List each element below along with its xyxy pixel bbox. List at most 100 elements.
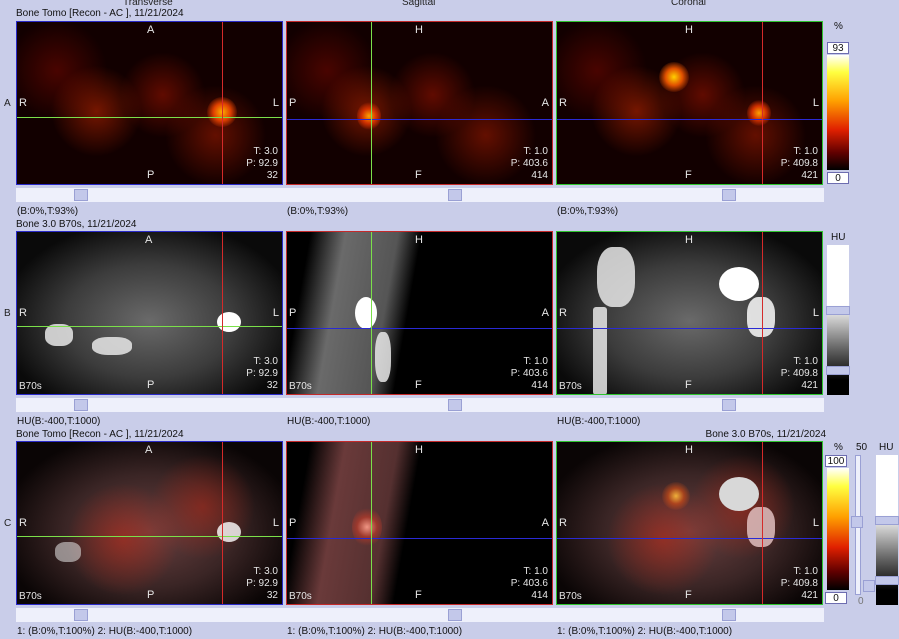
- orient-left: R: [19, 307, 27, 319]
- crosshair-vertical[interactable]: [371, 442, 372, 604]
- slice-number: 414: [531, 170, 548, 181]
- orient-top: H: [415, 24, 423, 36]
- viewport-a-coronal[interactable]: H F R L T: 1.0 P: 409.8 421: [556, 21, 823, 185]
- window-level-a-transverse: (B:0%,T:93%): [17, 206, 79, 217]
- orient-bottom: F: [685, 589, 692, 601]
- colorbar-a-max[interactable]: 93: [827, 42, 849, 54]
- colorbar-c-gradient[interactable]: [827, 468, 849, 590]
- position: P: 92.9: [246, 368, 278, 379]
- crosshair-vertical[interactable]: [371, 232, 372, 394]
- viewport-a-sagittal[interactable]: H F P A T: 1.0 P: 403.6 414: [286, 21, 553, 185]
- slider-thumb[interactable]: [74, 399, 88, 411]
- slider-thumb[interactable]: [722, 609, 736, 621]
- view-title-sagittal: Sagittal: [402, 0, 436, 8]
- row-c-header: Bone Tomo [Recon - AC ], 11/21/2024: [16, 429, 184, 440]
- position: P: 409.8: [780, 158, 818, 169]
- colorbar-a-min[interactable]: 0: [827, 172, 849, 184]
- orient-top: H: [685, 444, 693, 456]
- crosshair-vertical[interactable]: [222, 442, 223, 604]
- kernel-label: B70s: [289, 381, 312, 392]
- thickness: T: 1.0: [793, 566, 818, 577]
- colorbar-c2-lower-handle[interactable]: [875, 576, 899, 585]
- fusion-blend-handle[interactable]: [851, 516, 863, 528]
- crosshair-horizontal[interactable]: [287, 119, 552, 120]
- orient-left: R: [19, 97, 27, 109]
- hotspot: [659, 62, 689, 92]
- window-level-a-sagittal: (B:0%,T:93%): [287, 206, 349, 217]
- crosshair-horizontal[interactable]: [287, 328, 552, 329]
- implant-stem: [747, 507, 775, 547]
- crosshair-horizontal[interactable]: [17, 326, 282, 327]
- slider-thumb[interactable]: [74, 609, 88, 621]
- position: P: 409.8: [780, 368, 818, 379]
- orient-right: L: [272, 517, 279, 529]
- colorbar-a-unit: %: [834, 21, 843, 32]
- slider-thumb[interactable]: [722, 399, 736, 411]
- orient-bottom: P: [147, 379, 155, 391]
- crosshair-vertical[interactable]: [371, 22, 372, 184]
- position: P: 403.6: [510, 158, 548, 169]
- position: P: 92.9: [246, 158, 278, 169]
- thickness: T: 3.0: [253, 146, 278, 157]
- crosshair-horizontal[interactable]: [17, 117, 282, 118]
- hotspot: [662, 482, 690, 510]
- position: P: 92.9: [246, 578, 278, 589]
- slice-number: 421: [801, 380, 818, 391]
- viewport-c-sagittal[interactable]: H F P A B70s T: 1.0 P: 403.6 414: [286, 441, 553, 605]
- colorbar-c2-unit: HU: [879, 442, 894, 453]
- slider-thumb[interactable]: [448, 399, 462, 411]
- colorbar-c-min[interactable]: 0: [825, 592, 847, 604]
- crosshair-vertical[interactable]: [762, 232, 763, 394]
- viewport-b-transverse[interactable]: A P R L B70s T: 3.0 P: 92.9 32: [16, 231, 283, 395]
- row-c-letter: C: [4, 518, 12, 529]
- slider-thumb[interactable]: [722, 189, 736, 201]
- viewport-b-coronal[interactable]: H F R L B70s T: 1.0 P: 409.8 421: [556, 231, 823, 395]
- colorbar-c2-upper-handle[interactable]: [875, 516, 899, 525]
- slider-thumb[interactable]: [74, 189, 88, 201]
- orient-bottom: F: [415, 589, 422, 601]
- row-b-letter: B: [4, 308, 11, 319]
- orient-top: H: [415, 234, 423, 246]
- viewport-a-transverse[interactable]: A P R L T: 3.0 P: 92.9 32: [16, 21, 283, 185]
- ct-image: [17, 232, 282, 394]
- viewport-c-coronal[interactable]: H F R L B70s T: 1.0 P: 409.8 421: [556, 441, 823, 605]
- colorbar-a-gradient[interactable]: [827, 55, 849, 170]
- crosshair-vertical[interactable]: [762, 22, 763, 184]
- crosshair-vertical[interactable]: [762, 442, 763, 604]
- bone-structure: [92, 337, 132, 355]
- crosshair-horizontal[interactable]: [557, 538, 822, 539]
- crosshair-horizontal[interactable]: [557, 119, 822, 120]
- colorbar-b-lower-handle[interactable]: [826, 366, 850, 375]
- orient-top: H: [685, 234, 693, 246]
- bone-structure: [375, 332, 391, 382]
- fusion-blend-lower-handle[interactable]: [863, 580, 875, 592]
- fusion-slider-min: 0: [858, 596, 864, 607]
- slider-thumb[interactable]: [448, 609, 462, 621]
- crosshair-horizontal[interactable]: [557, 328, 822, 329]
- row-b-header: Bone 3.0 B70s, 11/21/2024: [16, 219, 137, 230]
- orient-top: A: [145, 234, 153, 246]
- thickness: T: 1.0: [523, 356, 548, 367]
- colorbar-c-max[interactable]: 100: [825, 455, 847, 467]
- slice-slider-row-c[interactable]: [16, 608, 824, 622]
- window-level-a-coronal: (B:0%,T:93%): [557, 206, 619, 217]
- colorbar-b-upper-handle[interactable]: [826, 306, 850, 315]
- kernel-label: B70s: [559, 381, 582, 392]
- crosshair-vertical[interactable]: [222, 22, 223, 184]
- orient-right: L: [272, 97, 279, 109]
- slice-number: 414: [531, 590, 548, 601]
- viewport-c-transverse[interactable]: A P R L B70s T: 3.0 P: 92.9 32: [16, 441, 283, 605]
- orient-right: A: [541, 307, 549, 319]
- orient-bottom: F: [415, 169, 422, 181]
- crosshair-horizontal[interactable]: [17, 536, 282, 537]
- thickness: T: 1.0: [523, 566, 548, 577]
- slider-thumb[interactable]: [448, 189, 462, 201]
- viewport-b-sagittal[interactable]: H F P A B70s T: 1.0 P: 403.6 414: [286, 231, 553, 395]
- kernel-label: B70s: [559, 591, 582, 602]
- crosshair-vertical[interactable]: [222, 232, 223, 394]
- slice-slider-row-a[interactable]: [16, 188, 824, 202]
- slice-slider-row-b[interactable]: [16, 398, 824, 412]
- thickness: T: 3.0: [253, 356, 278, 367]
- implant: [719, 477, 759, 511]
- crosshair-horizontal[interactable]: [287, 538, 552, 539]
